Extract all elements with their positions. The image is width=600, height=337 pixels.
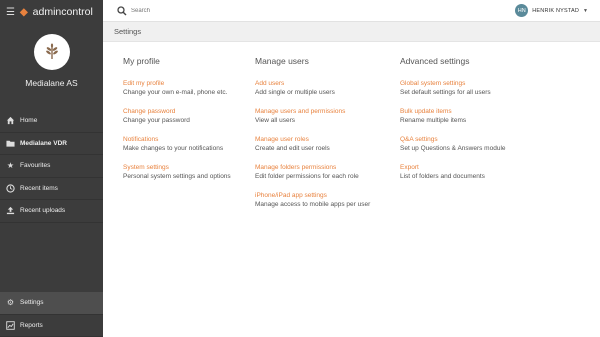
manage-folder-permissions-link[interactable]: Manage folders permissions [255, 164, 390, 171]
column-my-profile: My profile Edit my profile Change your o… [123, 56, 248, 192]
settings-item: Notifications Make changes to your notif… [123, 136, 248, 152]
column-advanced-settings: Advanced settings Global system settings… [400, 56, 550, 192]
settings-item: Export List of folders and documents [400, 164, 550, 180]
star-icon: ★ [6, 161, 15, 171]
page-title: Settings [114, 27, 142, 36]
organization-name: Medialane AS [25, 78, 78, 88]
logo-icon: ◆ [19, 6, 28, 18]
avatar: HN [515, 4, 529, 17]
settings-item-description: Personal system settings and options [123, 173, 231, 180]
app-logo-text[interactable]: admincontrol [33, 6, 93, 18]
folder-icon [6, 139, 15, 148]
sidebar-item-label: Settings [20, 299, 44, 307]
settings-item: Manage folders permissions Edit folder p… [255, 164, 390, 180]
leaf-icon [45, 43, 58, 59]
top-bar: HN HENRIK NYSTAD ▼ [103, 0, 600, 22]
settings-item-description: Set default settings for all users [400, 89, 491, 96]
sidebar-item-settings[interactable]: ⚙ Settings [0, 292, 103, 315]
brand-bar: ☰ ◆ admincontrol [0, 0, 103, 24]
mobile-app-settings-link[interactable]: iPhone/iPad app settings [255, 192, 390, 199]
sidebar-item-label: Home [20, 117, 38, 125]
settings-content: My profile Edit my profile Change your o… [103, 42, 600, 337]
sidebar-item-label: Favourites [20, 162, 51, 170]
manage-user-roles-link[interactable]: Manage user roles [255, 136, 390, 143]
sidebar-item-favourites[interactable]: ★ Favourites [0, 155, 103, 178]
column-manage-users: Manage users Add users Add single or mul… [255, 56, 390, 220]
sidebar-item-home[interactable]: Home [0, 110, 103, 133]
page-header: Settings [103, 22, 600, 42]
global-system-settings-link[interactable]: Global system settings [400, 80, 550, 87]
bulk-update-items-link[interactable]: Bulk update items [400, 108, 550, 115]
settings-item-description: Change your own e-mail, phone etc. [123, 89, 228, 96]
settings-item: Change password Change your password [123, 108, 248, 124]
settings-item-description: Manage access to mobile apps per user [255, 201, 371, 208]
settings-item: Bulk update items Rename multiple items [400, 108, 550, 124]
settings-item: Manage users and permissions View all us… [255, 108, 390, 124]
system-settings-link[interactable]: System settings [123, 164, 248, 171]
sidebar-item-reports[interactable]: Reports [0, 315, 103, 337]
search-icon [117, 5, 127, 15]
settings-item: Manage user roles Create and edit user r… [255, 136, 390, 152]
settings-item-description: Change your password [123, 117, 190, 124]
sidebar-item-recent-uploads[interactable]: Recent uploads [0, 200, 103, 223]
add-users-link[interactable]: Add users [255, 80, 390, 87]
edit-profile-link[interactable]: Edit my profile [123, 80, 248, 87]
settings-item-description: Edit folder permissions for each role [255, 173, 359, 180]
settings-item-description: Set up Questions & Answers module [400, 145, 506, 152]
sidebar-item-label: Recent items [20, 184, 58, 192]
settings-item: System settings Personal system settings… [123, 164, 248, 180]
settings-item: iPhone/iPad app settings Manage access t… [255, 192, 390, 208]
sidebar: ☰ ◆ admincontrol Medialane AS Home Media… [0, 0, 103, 337]
settings-item: Edit my profile Change your own e-mail, … [123, 80, 248, 96]
settings-item: Add users Add single or multiple users [255, 80, 390, 96]
manage-users-permissions-link[interactable]: Manage users and permissions [255, 108, 390, 115]
sidebar-item-medialane-vdr[interactable]: Medialane VDR [0, 133, 103, 155]
organization-block: Medialane AS [0, 24, 103, 104]
user-menu[interactable]: HN HENRIK NYSTAD ▼ [515, 4, 588, 17]
export-link[interactable]: Export [400, 164, 550, 171]
search-input[interactable] [131, 7, 311, 14]
change-password-link[interactable]: Change password [123, 108, 248, 115]
settings-item: Global system settings Set default setti… [400, 80, 550, 96]
menu-icon[interactable]: ☰ [6, 7, 15, 18]
sidebar-item-label: Recent uploads [20, 207, 66, 215]
settings-item-description: Create and edit user roels [255, 145, 330, 152]
chart-icon [6, 321, 15, 330]
upload-icon [6, 206, 15, 215]
gear-icon: ⚙ [6, 298, 15, 308]
chevron-down-icon: ▼ [583, 7, 588, 14]
column-heading: My profile [123, 56, 160, 66]
settings-item-description: View all users [255, 117, 295, 124]
notifications-link[interactable]: Notifications [123, 136, 248, 143]
settings-item-description: Rename multiple items [400, 117, 467, 124]
qa-settings-link[interactable]: Q&A settings [400, 136, 550, 143]
sidebar-item-recent-items[interactable]: Recent items [0, 178, 103, 200]
user-name: HENRIK NYSTAD [532, 7, 580, 14]
settings-item: Q&A settings Set up Questions & Answers … [400, 136, 550, 152]
sidebar-nav: Home Medialane VDR ★ Favourites Recent i… [0, 110, 103, 223]
sidebar-item-label: Reports [20, 321, 43, 329]
home-icon [6, 116, 15, 125]
settings-item-description: Make changes to your notifications [123, 145, 224, 152]
clock-icon [6, 184, 15, 193]
sidebar-bottom-nav: ⚙ Settings Reports [0, 292, 103, 337]
column-heading: Advanced settings [400, 56, 470, 66]
settings-item-description: Add single or multiple users [255, 89, 335, 96]
column-heading: Manage users [255, 56, 309, 66]
sidebar-item-label: Medialane VDR [20, 139, 67, 147]
organization-logo [33, 34, 70, 70]
settings-item-description: List of folders and documents [400, 173, 485, 180]
